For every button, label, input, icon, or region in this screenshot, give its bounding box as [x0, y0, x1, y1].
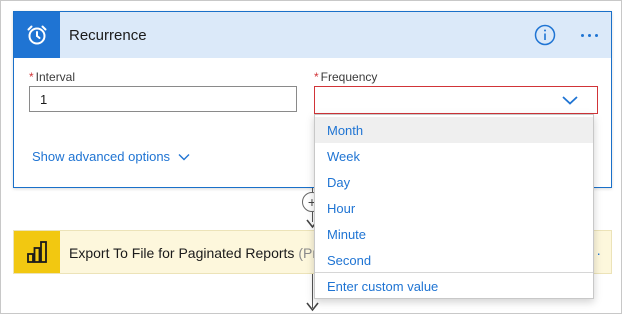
chevron-down-icon[interactable]: [561, 93, 579, 107]
export-title: Export To File for Paginated Reports (Pr…: [69, 245, 325, 261]
recurrence-title: Recurrence: [69, 27, 147, 44]
option-hour[interactable]: Hour: [315, 195, 593, 221]
more-options-button[interactable]: [574, 25, 604, 45]
advanced-options-label: Show advanced options: [32, 149, 171, 164]
dropdown-divider: [315, 272, 593, 273]
option-minute[interactable]: Minute: [315, 221, 593, 247]
power-bi-icon: [14, 231, 60, 273]
required-mark: *: [314, 70, 319, 84]
alarm-clock-icon: [14, 12, 60, 58]
interval-label-text: Interval: [35, 70, 76, 84]
interval-label: * Interval: [29, 70, 75, 84]
frequency-label: * Frequency: [314, 70, 377, 84]
option-week[interactable]: Week: [315, 143, 593, 169]
export-title-text: Export To File for Paginated Reports: [69, 245, 295, 261]
option-month[interactable]: Month: [315, 117, 593, 143]
interval-input[interactable]: 1: [29, 86, 297, 112]
show-advanced-options-link[interactable]: Show advanced options: [32, 149, 190, 164]
export-more-options[interactable]: ·: [596, 245, 601, 261]
chevron-down-icon: [178, 153, 190, 160]
enter-custom-value-option[interactable]: Enter custom value: [315, 274, 593, 299]
frequency-dropdown: Month Week Day Hour Minute Second Enter …: [314, 114, 594, 299]
recurrence-header[interactable]: Recurrence: [14, 12, 611, 58]
info-icon[interactable]: [533, 23, 557, 47]
arrow-down-icon: [306, 302, 319, 312]
option-day[interactable]: Day: [315, 169, 593, 195]
frequency-select[interactable]: [314, 86, 598, 114]
option-second[interactable]: Second: [315, 247, 593, 273]
required-mark: *: [29, 70, 34, 84]
frequency-label-text: Frequency: [320, 70, 378, 84]
